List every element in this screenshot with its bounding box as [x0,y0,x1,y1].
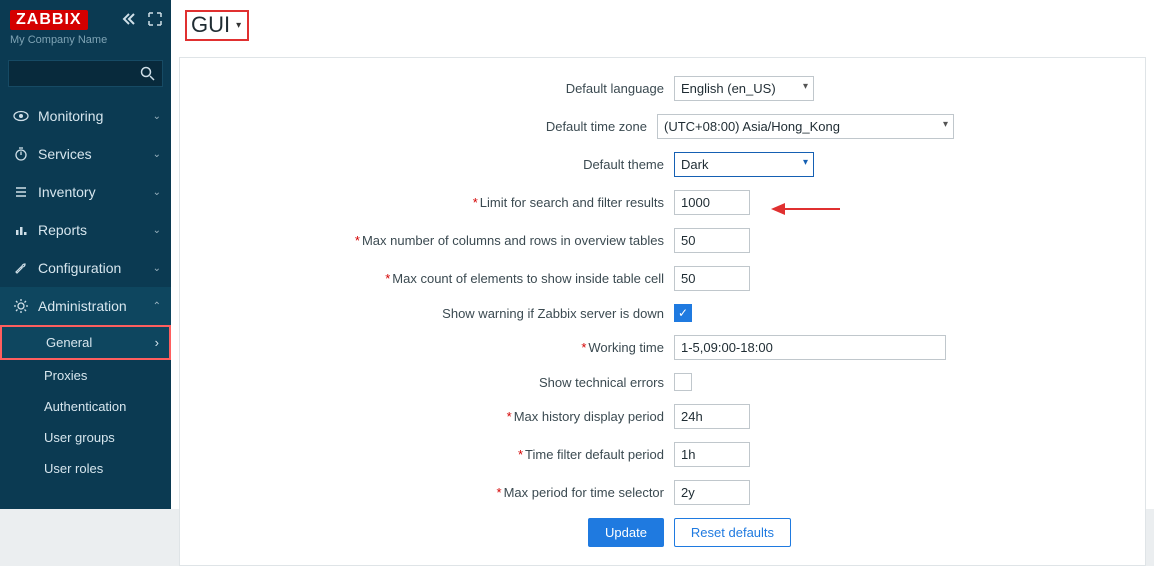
annotation-arrow-icon [771,203,840,215]
nav-label: Inventory [32,184,153,200]
label-max-overview: *Max number of columns and rows in overv… [194,233,674,248]
label-max-period: *Max period for time selector [194,485,674,500]
chevron-down-icon: ⌄ [153,263,161,274]
nav-monitoring[interactable]: Monitoring ⌄ [0,97,171,135]
max-period-input[interactable] [674,480,750,505]
sub-user-groups[interactable]: User groups [0,422,171,453]
label-server-warning: Show warning if Zabbix server is down [194,306,674,321]
form-panel: Default language English (en_US) Default… [179,57,1146,566]
sidebar: ZABBIX My Company Name Monitoring ⌄ [0,0,171,509]
page-selector[interactable]: GUI ▾ [185,10,249,41]
chevron-down-icon: ⌄ [153,149,161,160]
chevron-up-icon: ⌃ [153,301,161,312]
search-limit-input[interactable] [674,190,750,215]
history-period-input[interactable] [674,404,750,429]
logo: ZABBIX [10,10,88,30]
sub-general[interactable]: General › [2,327,169,358]
wrench-icon [10,260,32,276]
page-title: GUI [191,12,230,38]
company-name: My Company Name [0,34,171,54]
label-default-timezone: Default time zone [194,119,657,134]
reset-defaults-button[interactable]: Reset defaults [674,518,791,547]
sub-authentication[interactable]: Authentication [0,391,171,422]
max-overview-input[interactable] [674,228,750,253]
label-working-time: *Working time [194,340,674,355]
sub-label: Proxies [44,368,161,383]
search-icon[interactable] [139,65,155,84]
page-header: GUI ▾ [171,0,1154,51]
chevron-down-icon: ⌄ [153,111,161,122]
sub-label: User groups [44,430,161,445]
nav-label: Monitoring [32,108,153,124]
label-max-table-cell: *Max count of elements to show inside ta… [194,271,674,286]
label-default-theme: Default theme [194,157,674,172]
label-search-limit: *Limit for search and filter results [194,195,674,210]
chevron-down-icon: ▾ [236,20,241,31]
nav-configuration[interactable]: Configuration ⌄ [0,249,171,287]
chevron-down-icon: ⌄ [153,187,161,198]
sub-user-roles[interactable]: User roles [0,453,171,484]
sub-label: General [46,335,155,350]
max-table-cell-input[interactable] [674,266,750,291]
nav-inventory[interactable]: Inventory ⌄ [0,173,171,211]
chevron-right-icon: › [155,335,159,350]
fullscreen-icon[interactable] [147,11,163,30]
label-default-language: Default language [194,81,674,96]
nav-label: Reports [32,222,153,238]
nav-label: Services [32,146,153,162]
show-technical-checkbox[interactable] [674,373,692,391]
nav: Monitoring ⌄ Services ⌄ Inventory ⌄ Repo… [0,97,171,325]
subnav: General › Proxies Authentication User gr… [0,325,171,484]
gear-icon [10,298,32,314]
collapse-icon[interactable] [121,11,137,30]
filter-default-input[interactable] [674,442,750,467]
eye-icon [10,108,32,124]
nav-reports[interactable]: Reports ⌄ [0,211,171,249]
sub-label: User roles [44,461,161,476]
working-time-input[interactable] [674,335,946,360]
list-icon [10,184,32,200]
update-button[interactable]: Update [588,518,664,547]
chevron-down-icon: ⌄ [153,225,161,236]
search [8,60,163,87]
label-show-technical: Show technical errors [194,375,674,390]
nav-label: Administration [32,298,153,314]
chart-icon [10,222,32,238]
main: GUI ▾ Default language English (en_US) D… [171,0,1154,509]
stopwatch-icon [10,146,32,162]
nav-administration[interactable]: Administration ⌃ [0,287,171,325]
server-warning-checkbox[interactable]: ✓ [674,304,692,322]
default-theme-select[interactable]: Dark [674,152,814,177]
nav-services[interactable]: Services ⌄ [0,135,171,173]
sub-proxies[interactable]: Proxies [0,360,171,391]
label-history-period: *Max history display period [194,409,674,424]
nav-label: Configuration [32,260,153,276]
sub-label: Authentication [44,399,161,414]
default-language-select[interactable]: English (en_US) [674,76,814,101]
label-filter-default: *Time filter default period [194,447,674,462]
default-timezone-select[interactable]: (UTC+08:00) Asia/Hong_Kong [657,114,954,139]
